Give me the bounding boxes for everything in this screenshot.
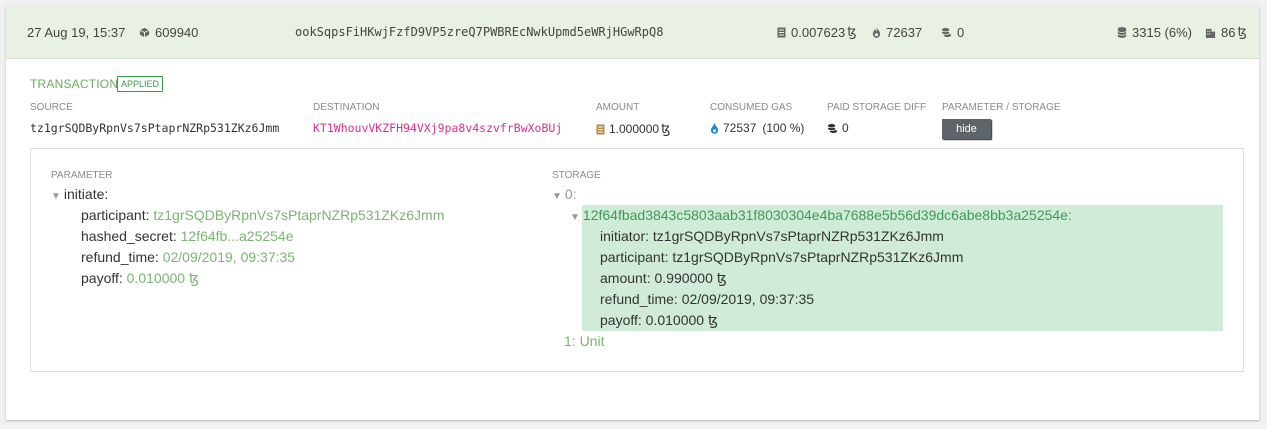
receipt-icon [777, 27, 786, 37]
burned-value: 0 [957, 24, 965, 40]
storage-cost: 86 ꜩ [1205, 6, 1247, 58]
field-value: 0.010000 [645, 312, 705, 328]
storage-field: initiator: tz1grSQDByRpnVs7sPtaprNZRp531… [600, 228, 944, 244]
storage-cost-value: 86 [1221, 24, 1236, 40]
parameter-storage-panel: PARAMETER ▼ initiate: participant: tz1grS… [30, 148, 1244, 372]
status-badge: APPLIED [117, 76, 164, 92]
block-number: 609940 [155, 24, 199, 40]
paid-storage-diff-label: PAID STORAGE DIFF [827, 102, 927, 113]
storage-field: amount: 0.990000 ꜩ [600, 270, 727, 287]
storage-entry[interactable]: ▼ 12f64fbad3843c5803aab31f8030304e4ba7688… [570, 207, 1072, 223]
transaction-title: TRANSACTION [30, 77, 119, 91]
source-address[interactable]: tz1grSQDByRpnVs7sPtaprNZRp531ZKz6Jmm [30, 121, 279, 135]
fee: 0.007623 ꜩ [777, 6, 856, 58]
building-icon [1205, 28, 1216, 38]
parameter-field: refund_time: 02/09/2019, 09:37:35 [81, 249, 295, 265]
field-value: 0.990000 [654, 270, 713, 286]
amount-number: 1.000000 [609, 122, 660, 136]
field-key: refund_time: [81, 249, 159, 265]
consumed-gas-number: 72537 [723, 121, 757, 135]
source-label: SOURCE [30, 102, 73, 113]
field-key: refund_time: [600, 291, 678, 307]
paid-storage-diff-number: 0 [842, 121, 849, 135]
collapse-triangle-icon[interactable]: ▼ [570, 212, 580, 223]
parameter-root[interactable]: ▼ initiate: [51, 186, 108, 202]
tez-symbol: ꜩ [1237, 24, 1247, 39]
gas-limit: 72637 [872, 6, 922, 58]
field-value: tz1grSQDByRpnVs7sPtaprNZRp531ZKz6Jmm [652, 228, 944, 244]
hide-button[interactable]: hide [942, 119, 991, 139]
field-value: 02/09/2019, 09:37:35 [681, 291, 815, 307]
field-value: 0.010000 [126, 270, 186, 286]
consumed-gas-value: 72537 (100 %) [710, 121, 804, 135]
storage-entry-key: 12f64fbad3843c5803aab31f8030304e4ba7688e… [582, 207, 1072, 223]
cube-icon [139, 27, 150, 37]
tez-symbol: ꜩ [707, 312, 718, 328]
storage-size-value: 3315 (6%) [1132, 24, 1192, 40]
amount-value: 1.000000 ꜩ [596, 121, 670, 137]
parameter-field: participant: tz1grSQDByRpnVs7sPtaprNZRp5… [81, 207, 444, 223]
destination-address[interactable]: KT1WhouvVKZFH94VXj9pa8v4szvfrBwXoBUj [313, 121, 562, 135]
operation-datetime: 27 Aug 19, 15:37 [27, 24, 126, 40]
fee-value: 0.007623 [791, 24, 846, 40]
block-level[interactable]: 609940 [139, 6, 198, 58]
parameter-root-key: initiate: [63, 186, 109, 202]
storage-label: STORAGE [552, 170, 601, 181]
flame-icon [872, 26, 881, 38]
database-icon [1117, 26, 1127, 38]
field-value: 12f64fb...a25254e [180, 228, 294, 244]
param-storage-label: PARAMETER / STORAGE [942, 102, 1061, 113]
parameter-field: payoff: 0.010000 ꜩ [81, 270, 199, 287]
storage-root[interactable]: ▼ 0: [552, 186, 577, 202]
field-key: hashed_secret: [81, 228, 177, 244]
parameter-label: PARAMETER [51, 170, 113, 181]
field-value: tz1grSQDByRpnVs7sPtaprNZRp531ZKz6Jmm [672, 249, 964, 265]
burned: 0 [941, 6, 964, 58]
field-key: payoff: [81, 270, 123, 286]
storage-field: participant: tz1grSQDByRpnVs7sPtaprNZRp5… [600, 249, 963, 265]
tez-symbol: ꜩ [847, 24, 857, 39]
field-key: participant: [600, 249, 669, 265]
receipt-icon [596, 124, 605, 134]
field-key: participant: [81, 207, 150, 223]
parameter-field: hashed_secret: 12f64fb...a25254e [81, 228, 294, 244]
coins-icon [827, 123, 838, 133]
destination-label: DESTINATION [313, 102, 380, 113]
field-value: tz1grSQDByRpnVs7sPtaprNZRp531ZKz6Jmm [153, 207, 445, 223]
storage-size: 3315 (6%) [1117, 6, 1192, 58]
operation-card: 27 Aug 19, 15:37 609940 ookSqpsFiHKwjFzf… [6, 6, 1259, 420]
field-key: initiator: [600, 228, 650, 244]
storage-second-entry: 1: Unit [564, 333, 605, 349]
drop-icon [710, 122, 719, 134]
tez-symbol: ꜩ [188, 270, 199, 286]
storage-field: refund_time: 02/09/2019, 09:37:35 [600, 291, 814, 307]
tez-symbol: ꜩ [661, 121, 671, 136]
operation-header[interactable]: 27 Aug 19, 15:37 609940 ookSqpsFiHKwjFzf… [6, 6, 1259, 59]
storage-root-key: 0: [564, 186, 577, 202]
amount-label: AMOUNT [596, 102, 640, 113]
tez-symbol: ꜩ [716, 270, 727, 286]
collapse-triangle-icon[interactable]: ▼ [552, 191, 562, 202]
field-value: 02/09/2019, 09:37:35 [162, 249, 296, 265]
consumed-gas-label: CONSUMED GAS [710, 102, 793, 113]
paid-storage-diff-value: 0 [827, 121, 849, 135]
field-key: payoff: [600, 312, 642, 328]
coins-icon [941, 27, 952, 37]
consumed-gas-percent: (100 %) [762, 121, 805, 135]
operation-hash[interactable]: ookSqpsFiHKwjFzfD9VP5zreQ7PWBREcNwkUpmd5… [295, 6, 663, 58]
collapse-triangle-icon[interactable]: ▼ [51, 191, 61, 202]
field-key: amount: [600, 270, 651, 286]
gas-value: 72637 [886, 24, 923, 40]
storage-field: payoff: 0.010000 ꜩ [600, 312, 718, 329]
